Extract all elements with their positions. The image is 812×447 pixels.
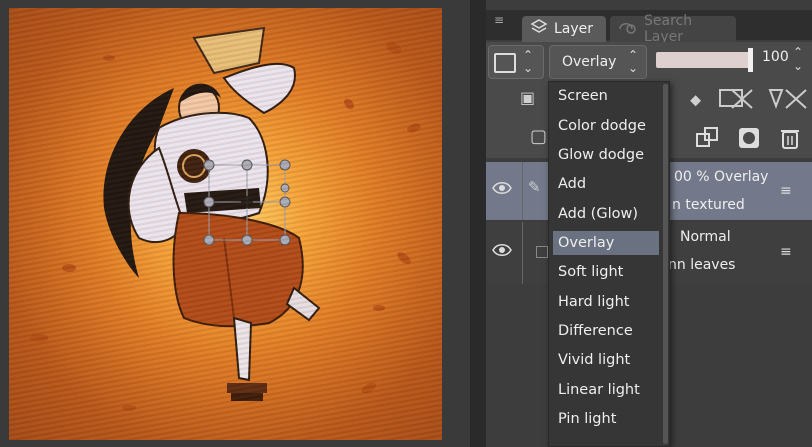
layer-menu-icon[interactable]: ≡ (780, 244, 792, 260)
up-down-arrows-icon: ⌃ ⌄ (523, 48, 534, 75)
blend-option-add-glow[interactable]: Add (Glow) (553, 202, 659, 226)
blend-mode-dropdown: Screen Color dodge Glow dodge Add Add (G… (548, 81, 670, 447)
layer-2-name[interactable]: nn leaves (668, 257, 735, 273)
edit-pen-icon: ✎ (528, 178, 541, 196)
tab-layer[interactable]: Layer (522, 16, 606, 42)
tab-search-layer-label: Search Layer (644, 13, 693, 45)
opacity-stepper[interactable]: ⌃ ⌄ (793, 45, 803, 73)
visibility-eye-icon[interactable] (492, 242, 512, 261)
layer-checkbox[interactable] (536, 246, 548, 258)
mask-layer-icon[interactable] (718, 86, 754, 115)
blend-option-overlay[interactable]: Overlay (553, 231, 659, 255)
layer-1-opacity-mode: 00 % Overlay (674, 169, 769, 185)
tab-search-layer[interactable]: Search Layer (610, 13, 736, 45)
blend-option-glow-dodge[interactable]: Glow dodge (553, 143, 659, 167)
blend-option-difference[interactable]: Difference (553, 319, 659, 343)
trash-icon[interactable] (779, 126, 801, 155)
layer-menu-icon[interactable]: ≡ (780, 183, 792, 199)
search-layer-icon (618, 19, 638, 39)
reference-layer-icon[interactable]: ▣ (520, 88, 535, 107)
artwork-canvas[interactable] (9, 8, 442, 440)
blend-option-color-dodge[interactable]: Color dodge (553, 114, 659, 138)
layer-1-name[interactable]: n textured (672, 197, 745, 213)
layer-mask-icon[interactable] (737, 126, 761, 155)
canvas-area (0, 0, 470, 447)
app-window: ≡ Layer Search Layer ⌃ ⌄ Overlay ⌃ ⌄ 100 ⌃… (0, 0, 812, 447)
layer-2-opacity-mode: Normal (680, 229, 731, 245)
artwork-illustration (30, 26, 421, 411)
clip-mask-icon[interactable] (768, 86, 808, 115)
blend-mode-value: Overlay (562, 54, 617, 70)
panel-menu-icon[interactable]: ≡ (494, 13, 510, 33)
blend-option-soft-light[interactable]: Soft light (553, 260, 659, 284)
square-icon (494, 53, 516, 73)
blend-option-screen[interactable]: Screen (553, 84, 659, 108)
opacity-value[interactable]: 100 (762, 49, 789, 65)
opacity-slider-handle[interactable] (748, 48, 753, 72)
blend-option-vivid-light[interactable]: Vivid light (553, 348, 659, 372)
blend-option-add[interactable]: Add (553, 172, 659, 196)
merge-layer-icon[interactable] (695, 126, 719, 155)
opacity-slider[interactable] (656, 52, 752, 68)
blend-option-pin-light[interactable]: Pin light (553, 407, 659, 431)
layer-divider (522, 222, 523, 284)
blend-mode-select[interactable]: Overlay ⌃ ⌄ (549, 45, 647, 79)
new-layer-icon[interactable]: ▢ (530, 126, 547, 147)
blend-option-linear-light[interactable]: Linear light (553, 378, 659, 402)
layers-icon (530, 18, 548, 40)
layer-color-select[interactable]: ⌃ ⌄ (488, 45, 544, 79)
panel-divider (470, 0, 486, 447)
lock-alpha-icon[interactable]: ⬥ (690, 90, 701, 110)
up-down-arrows-icon: ⌃ ⌄ (627, 48, 638, 75)
tab-layer-label: Layer (554, 21, 594, 37)
dropdown-scrollbar[interactable] (663, 84, 668, 444)
layer-divider (522, 162, 523, 220)
blend-option-hard-light[interactable]: Hard light (553, 290, 659, 314)
visibility-eye-icon[interactable] (492, 180, 512, 199)
